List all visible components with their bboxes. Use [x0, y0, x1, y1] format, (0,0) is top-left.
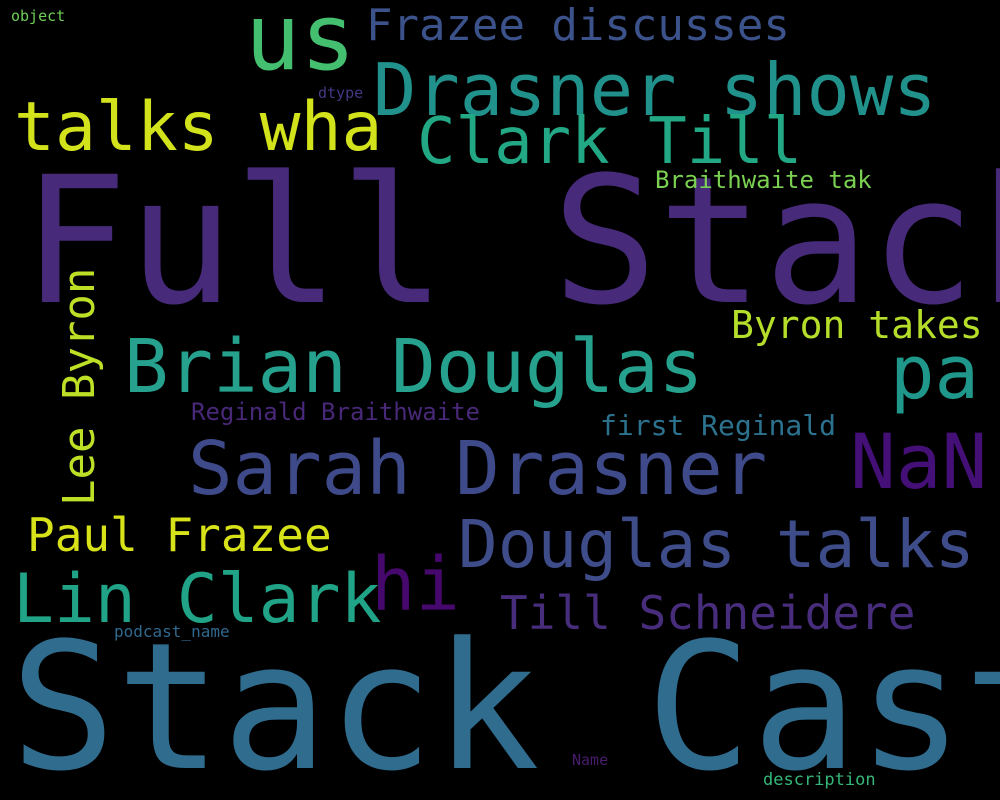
- word-till-schneidere: Till Schneidere: [500, 586, 916, 640]
- word-talks-wha: talks wha: [14, 88, 383, 167]
- word-pa: pa: [890, 330, 980, 416]
- word-braithwaite-tak: Braithwaite tak: [655, 166, 872, 194]
- word-object: object: [11, 7, 66, 25]
- word-byron-takes: Byron takes: [731, 303, 983, 347]
- word-description: description: [763, 770, 876, 790]
- word-cloud: Full Stack Stack Cast us Frazee discusse…: [0, 0, 1000, 800]
- word-us: us: [245, 0, 356, 91]
- word-dtype: dtype: [318, 84, 364, 102]
- word-lee-byron: Lee Byron: [54, 267, 105, 506]
- word-paul-frazee: Paul Frazee: [27, 508, 332, 562]
- word-nan: NaN: [850, 417, 988, 506]
- word-frazee-discusses: Frazee discusses: [366, 0, 790, 51]
- word-reginald-braithwaite: Reginald Braithwaite: [191, 398, 480, 426]
- word-douglas-talks: Douglas talks: [458, 506, 975, 583]
- word-sarah-drasner: Sarah Drasner: [188, 426, 768, 512]
- word-hi: hi: [371, 542, 461, 628]
- word-name: Name: [572, 751, 609, 769]
- word-clark-till: Clark Till: [417, 105, 803, 179]
- word-brian-douglas: Brian Douglas: [124, 324, 704, 410]
- word-podcast-name: podcast_name: [114, 622, 230, 641]
